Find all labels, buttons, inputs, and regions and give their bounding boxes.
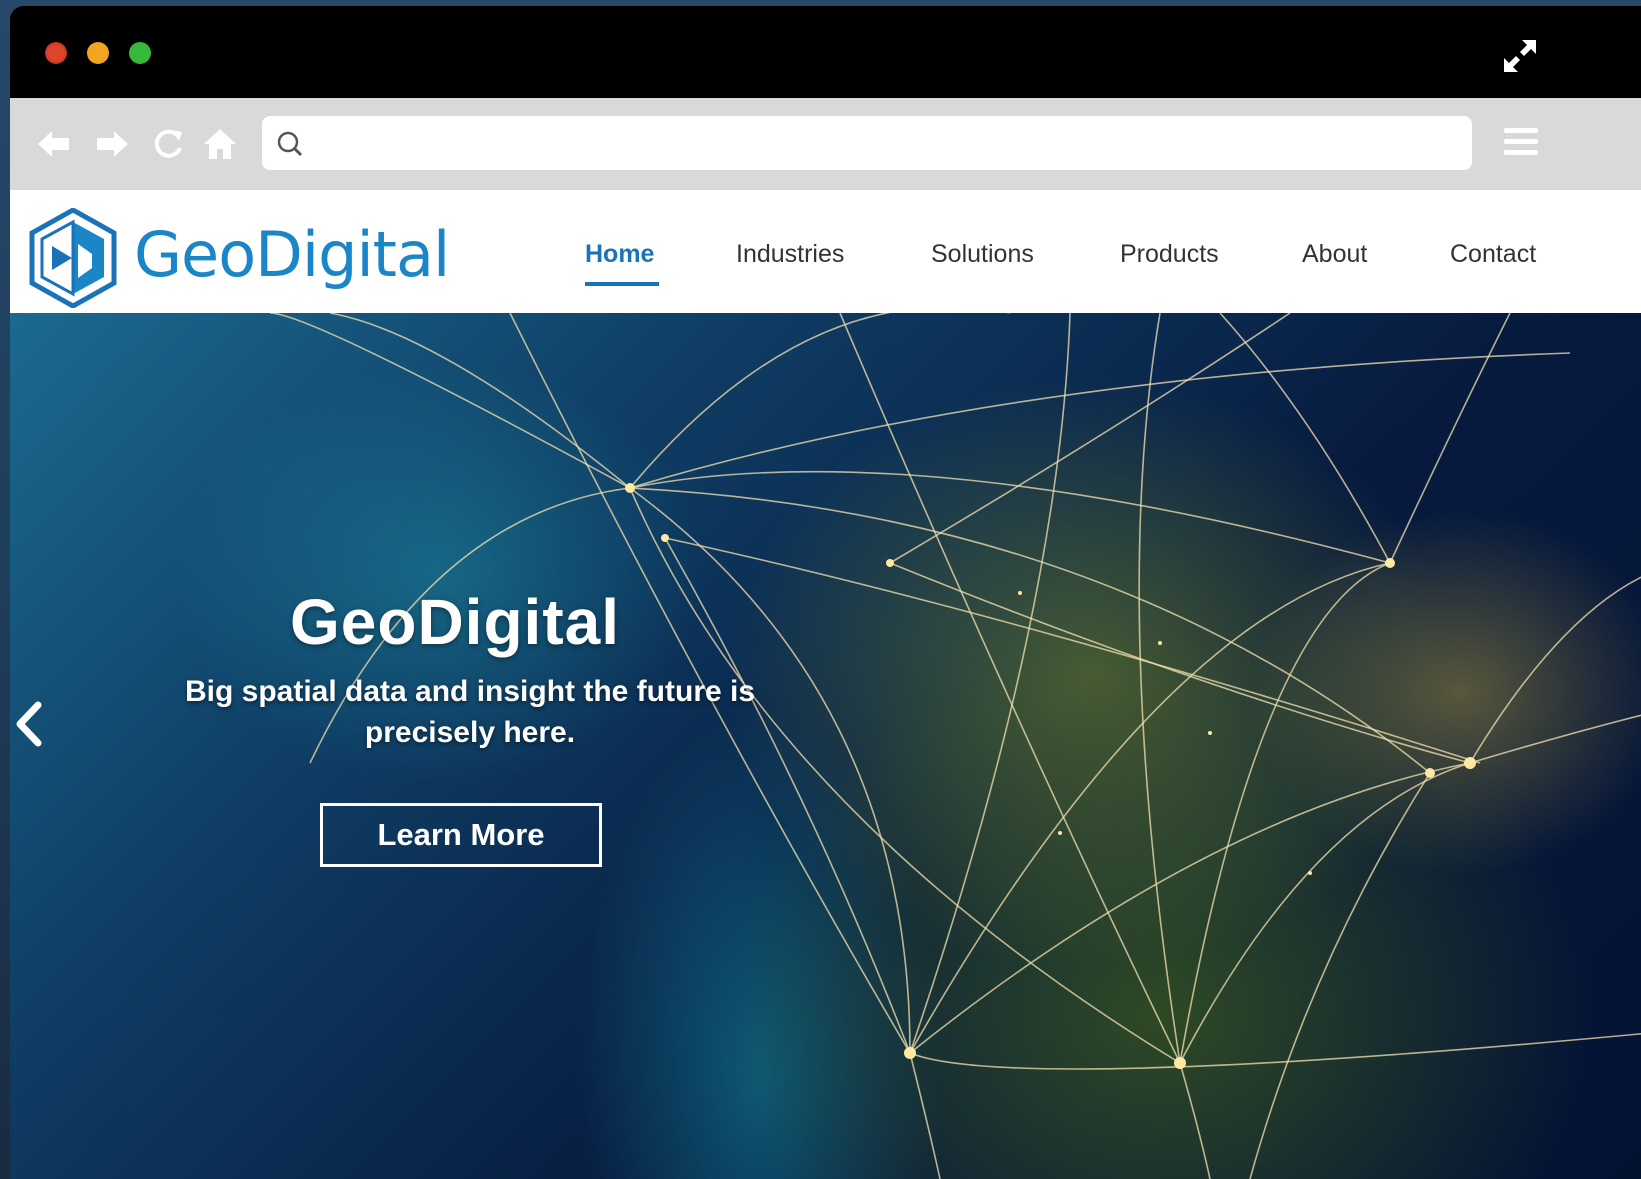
hero-title: GeoDigital <box>289 586 621 658</box>
minimize-window-button[interactable] <box>87 42 109 64</box>
home-icon[interactable] <box>202 126 238 162</box>
title-bar <box>10 6 1641 98</box>
nav-solutions[interactable]: Solutions <box>931 240 1034 269</box>
forward-arrow-icon[interactable] <box>94 126 130 162</box>
nav-active-underline <box>585 282 659 286</box>
site-header: GeoDigital Home Industries Solutions Pro… <box>10 190 1641 313</box>
browser-window: GeoDigital Home Industries Solutions Pro… <box>10 6 1641 1179</box>
hamburger-menu-icon[interactable] <box>1504 128 1538 160</box>
fullscreen-expand-icon[interactable] <box>1500 36 1540 76</box>
geodigital-logo-icon[interactable] <box>28 208 118 308</box>
hero-banner: GeoDigital Big spatial data and insight … <box>10 313 1641 1179</box>
nav-contact[interactable]: Contact <box>1450 240 1536 269</box>
reload-icon[interactable] <box>150 126 186 162</box>
zoom-window-button[interactable] <box>129 42 151 64</box>
browser-toolbar <box>10 98 1641 190</box>
hero-subtitle: Big spatial data and insight the future … <box>184 675 756 749</box>
close-window-button[interactable] <box>45 42 67 64</box>
nav-about[interactable]: About <box>1302 240 1367 269</box>
back-arrow-icon[interactable] <box>36 126 72 162</box>
nav-home[interactable]: Home <box>585 240 654 269</box>
chevron-left-icon[interactable] <box>12 701 46 747</box>
site-logo-text[interactable]: GeoDigital <box>134 218 450 291</box>
search-icon <box>277 131 303 157</box>
learn-more-button[interactable]: Learn More <box>320 803 602 867</box>
url-input[interactable] <box>312 124 1456 164</box>
nav-industries[interactable]: Industries <box>736 240 844 269</box>
nav-products[interactable]: Products <box>1120 240 1219 269</box>
address-bar[interactable] <box>262 116 1472 170</box>
